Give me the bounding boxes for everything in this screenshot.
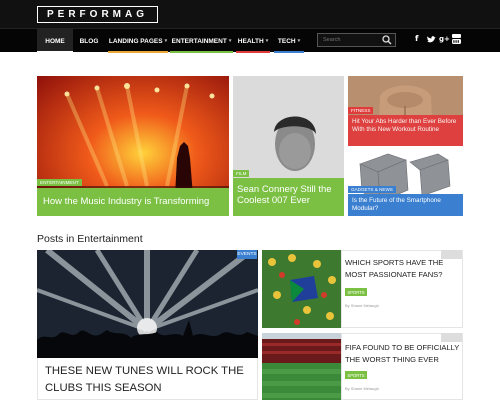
featured-post-film[interactable]: FILM Sean Connery Still the Coolest 007 … xyxy=(233,76,344,216)
nav-label: HEALTH xyxy=(237,37,264,45)
category-badge[interactable]: GADGETS & NEWS xyxy=(348,186,396,193)
byline[interactable]: By Shane Melaugh xyxy=(345,386,379,391)
concert-crowd-image xyxy=(37,250,258,358)
category-badge[interactable]: FILM xyxy=(233,170,250,177)
section-title: Posts in Entertainment xyxy=(37,233,143,245)
side-post-image-2[interactable] xyxy=(262,333,341,400)
category-badge[interactable]: ENTERTAINMENT xyxy=(37,179,82,186)
featured-title[interactable]: Hit Your Abs Harder than Ever Before Wit… xyxy=(348,115,463,146)
nav-item-tech[interactable]: TECH ▾ xyxy=(274,29,304,53)
featured-post-gadgets[interactable]: GADGETS & NEWS Is the Future of the Smar… xyxy=(348,150,463,216)
category-badge[interactable]: EVENTS xyxy=(237,250,257,259)
nav-label: HOME xyxy=(45,37,65,45)
google-plus-icon[interactable]: g+ xyxy=(439,34,450,44)
featured-post-music[interactable]: ENTERTAINMENT How the Music Industry is … xyxy=(37,76,229,216)
nav-label: LANDING PAGES xyxy=(108,37,163,45)
side-post-title-1[interactable]: WHICH SPORTS HAVE THE MOST PASSIONATE FA… xyxy=(345,257,460,281)
main-post-image[interactable]: EVENTS xyxy=(37,250,258,358)
category-badge[interactable]: FITNESS xyxy=(348,107,374,114)
youtube-icon[interactable] xyxy=(452,34,461,44)
featured-post-fitness[interactable]: FITNESS Hit Your Abs Harder than Ever Be… xyxy=(348,76,463,146)
featured-title[interactable]: How the Music Industry is Transforming xyxy=(37,188,229,216)
byline[interactable]: By Shane Melaugh xyxy=(345,303,379,308)
search-icon[interactable] xyxy=(382,35,392,45)
chevron-down-icon: ▾ xyxy=(265,38,269,44)
main-post-title[interactable]: THESE NEW TUNES WILL ROCK THE CLUBS THIS… xyxy=(45,363,255,397)
nav-underline xyxy=(37,51,73,53)
fans-image xyxy=(262,250,341,328)
main-nav: HOME BLOG LANDING PAGES ▾ ENTERTAINMENT ▾ … xyxy=(0,28,500,53)
sports-tag[interactable]: SPORTS xyxy=(345,371,367,379)
twitter-icon[interactable] xyxy=(426,35,436,44)
stadium-image xyxy=(262,333,341,400)
nav-underline xyxy=(236,51,270,53)
nav-item-health[interactable]: HEALTH ▾ xyxy=(236,29,270,53)
chevron-down-icon: ▾ xyxy=(228,38,232,44)
nav-item-entertainment[interactable]: ENTERTAINMENT ▾ xyxy=(170,29,233,53)
chevron-down-icon: ▾ xyxy=(297,38,301,44)
sports-tag[interactable]: SPORTS xyxy=(345,288,367,296)
nav-item-blog[interactable]: BLOG xyxy=(75,29,103,53)
nav-item-home[interactable]: HOME xyxy=(37,29,73,53)
nav-label: TECH xyxy=(277,37,296,45)
category-badge xyxy=(441,333,462,342)
nav-underline xyxy=(108,51,168,53)
nav-label: ENTERTAINMENT xyxy=(171,37,227,45)
site-logo[interactable]: PERFORMAG xyxy=(37,6,158,23)
nav-underline xyxy=(170,51,233,53)
facebook-icon[interactable]: f xyxy=(415,34,418,44)
nav-label: BLOG xyxy=(79,37,99,45)
nav-item-landing-pages[interactable]: LANDING PAGES ▾ xyxy=(108,29,168,53)
featured-title[interactable]: Sean Connery Still the Coolest 007 Ever xyxy=(233,178,344,216)
featured-title[interactable]: Is the Future of the Smartphone Modular? xyxy=(348,194,463,216)
chevron-down-icon: ▾ xyxy=(164,38,168,44)
side-post-title-2[interactable]: FIFA FOUND TO BE OFFICIALLY THE WORST TH… xyxy=(345,342,460,366)
nav-underline xyxy=(274,51,304,53)
side-post-image-1[interactable] xyxy=(262,250,341,328)
